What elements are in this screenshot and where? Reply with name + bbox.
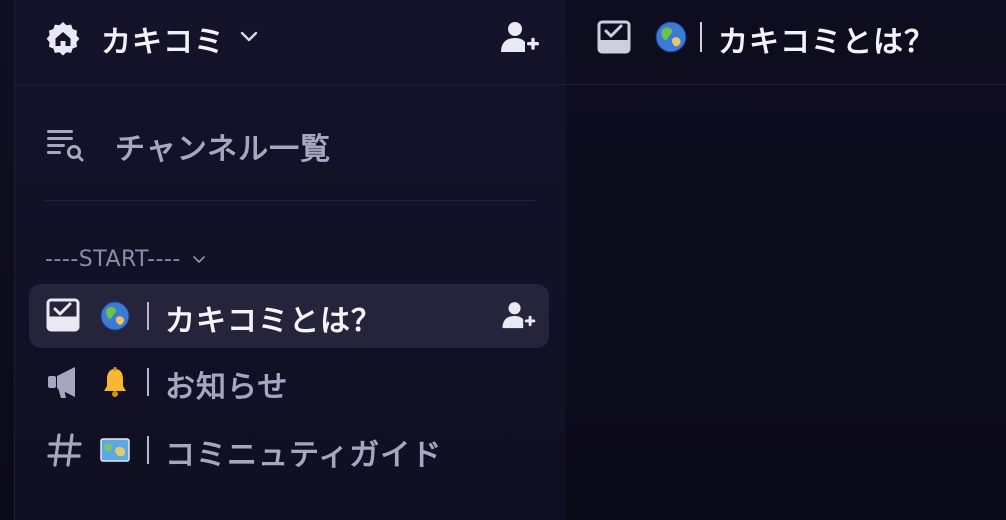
bell-emoji	[104, 367, 126, 397]
channel-name: お知らせ	[165, 370, 289, 405]
channel-separator	[700, 22, 702, 52]
megaphone-icon	[48, 367, 75, 398]
channel-item-kakikomi-toha[interactable]: カキコミとは？	[29, 284, 549, 348]
channel-separator	[147, 302, 149, 330]
add-member-icon[interactable]	[497, 18, 541, 58]
divider	[45, 200, 535, 201]
category-header[interactable]: ----START----	[45, 242, 207, 276]
globe-emoji	[100, 301, 130, 331]
add-member-icon[interactable]	[499, 298, 537, 334]
sidebar: カキコミ チャンネル一覧 ----START---- カキコミとは？ お知らせ …	[14, 0, 567, 520]
forum-check-icon	[597, 20, 631, 54]
channel-list-link[interactable]: チャンネル一覧	[29, 118, 539, 170]
channel-item-oshirase[interactable]: お知らせ	[29, 350, 549, 414]
channel-separator	[147, 368, 149, 396]
app-window: カキコミ チャンネル一覧 ----START---- カキコミとは？ お知らせ …	[0, 0, 1006, 520]
channel-header: カキコミとは？	[566, 0, 1006, 85]
home-icon	[46, 22, 80, 56]
channel-item-community-guide[interactable]: コミニュティガイド	[29, 418, 549, 482]
list-search-icon	[47, 130, 84, 162]
chevron-down-icon	[192, 256, 205, 263]
main-panel: カキコミとは？	[566, 0, 1006, 520]
map-emoji	[100, 438, 130, 462]
chevron-down-icon[interactable]	[237, 24, 261, 48]
globe-emoji	[655, 21, 687, 53]
hashtag-icon	[47, 433, 82, 467]
server-header[interactable]: カキコミ	[15, 0, 567, 85]
channel-title: カキコミとは？	[718, 25, 935, 60]
channel-separator	[147, 436, 149, 464]
category-label: ----START----	[45, 246, 181, 272]
forum-check-icon	[46, 298, 80, 332]
channel-name: コミニュティガイド	[165, 438, 443, 473]
channel-list-label: チャンネル一覧	[115, 132, 332, 167]
server-name[interactable]: カキコミ	[101, 17, 225, 61]
channel-name: カキコミとは？	[165, 304, 382, 339]
